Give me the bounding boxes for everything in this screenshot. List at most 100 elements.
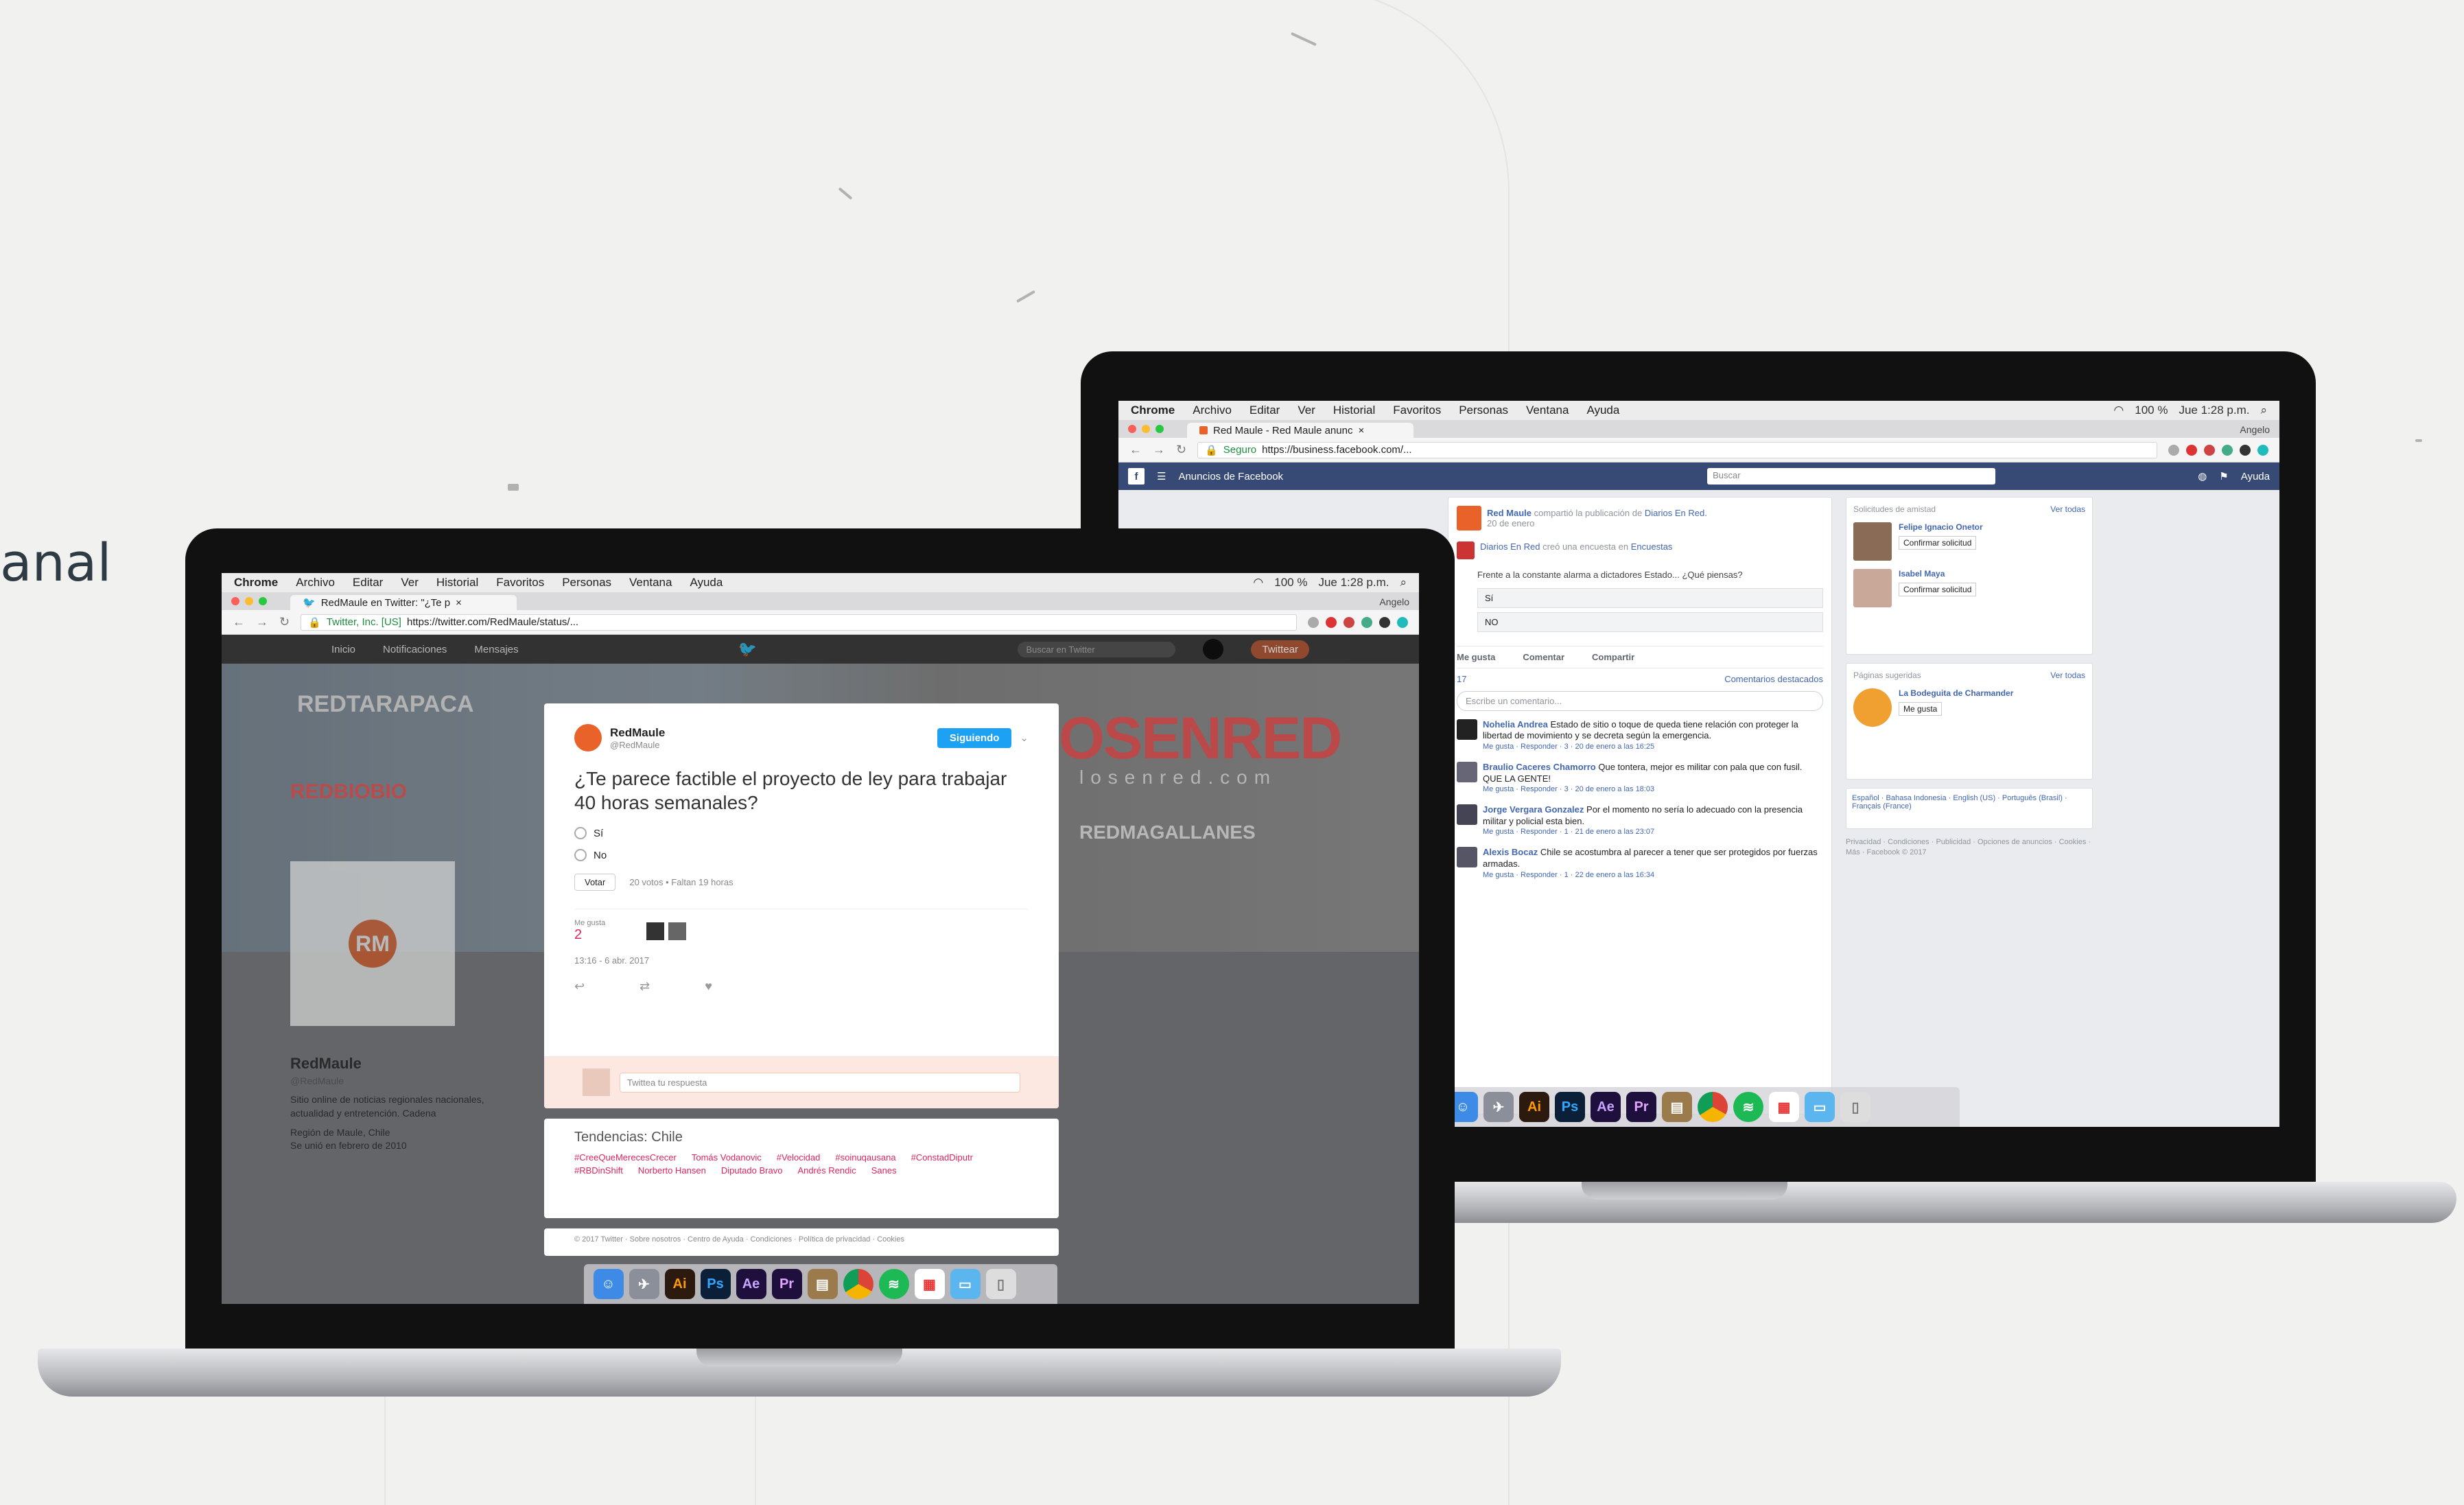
- close-modal-icon[interactable]: ×: [1048, 699, 1060, 723]
- spotify-icon[interactable]: ≋: [878, 1269, 909, 1299]
- menu-item[interactable]: Ventana: [1526, 404, 1569, 417]
- trend-link[interactable]: #Velocidad: [777, 1152, 821, 1163]
- close-tab-icon[interactable]: ×: [456, 597, 462, 609]
- avatar[interactable]: [646, 922, 665, 940]
- confirm-button[interactable]: Confirmar solicitud: [1899, 536, 1977, 550]
- menu-icon[interactable]: ☰: [1157, 470, 1166, 482]
- extension-icon[interactable]: [1397, 616, 1408, 628]
- facebook-logo-icon[interactable]: f: [1128, 468, 1145, 485]
- premiere-icon[interactable]: Pr: [771, 1269, 802, 1299]
- reply-input[interactable]: Twittea tu respuesta: [620, 1072, 1020, 1093]
- menu-item[interactable]: Ayuda: [690, 576, 723, 590]
- calendar-icon[interactable]: ▦: [914, 1269, 945, 1299]
- extension-icon[interactable]: [2222, 444, 2233, 456]
- forward-icon[interactable]: →: [1153, 443, 1165, 457]
- chevron-down-icon[interactable]: ⌄: [1020, 732, 1029, 744]
- confirm-button[interactable]: Confirmar solicitud: [1899, 583, 1977, 596]
- like-icon[interactable]: ♥: [705, 979, 712, 994]
- menu-item[interactable]: Ver: [1298, 404, 1315, 417]
- menu-item[interactable]: Favoritos: [496, 576, 544, 590]
- share-button[interactable]: Compartir: [1592, 652, 1634, 662]
- minimize-window-button[interactable]: [1142, 425, 1150, 433]
- radio-button[interactable]: [574, 827, 587, 839]
- comments-filter[interactable]: Comentarios destacados: [1724, 674, 1823, 684]
- aftereffects-icon[interactable]: Ae: [1591, 1092, 1621, 1122]
- battery-icon[interactable]: 100 %: [1274, 576, 1307, 590]
- premiere-icon[interactable]: Pr: [1626, 1092, 1656, 1122]
- archive-icon[interactable]: ▤: [807, 1269, 838, 1299]
- extension-icon[interactable]: [2204, 444, 2215, 456]
- trash-icon[interactable]: ▯: [1840, 1092, 1870, 1122]
- extension-icon[interactable]: [1344, 616, 1354, 628]
- poll-option[interactable]: No: [574, 849, 1029, 861]
- close-window-button[interactable]: [231, 597, 239, 605]
- ads-manager-link[interactable]: Anuncios de Facebook: [1178, 471, 1283, 482]
- help-link[interactable]: Ayuda: [2241, 471, 2270, 482]
- language-links[interactable]: Español · Bahasa Indonesia · English (US…: [1852, 794, 2067, 810]
- trash-icon[interactable]: ▯: [985, 1269, 1016, 1299]
- vote-button[interactable]: Votar: [574, 874, 616, 891]
- star-icon[interactable]: [2168, 444, 2179, 456]
- spotify-icon[interactable]: ≋: [1733, 1092, 1763, 1122]
- trend-link[interactable]: #soinuqausana: [835, 1152, 895, 1163]
- illustrator-icon[interactable]: Ai: [664, 1269, 695, 1299]
- aftereffects-icon[interactable]: Ae: [736, 1269, 766, 1299]
- menu-app[interactable]: Chrome: [1131, 404, 1175, 417]
- trend-link[interactable]: Diputado Bravo: [721, 1165, 783, 1176]
- menu-item[interactable]: Ventana: [629, 576, 672, 590]
- search-icon[interactable]: ⌕: [2260, 404, 2267, 417]
- page-name[interactable]: La Bodeguita de Charmander: [1899, 688, 2013, 698]
- menu-item[interactable]: Editar: [353, 576, 383, 590]
- wifi-icon[interactable]: ◠: [2113, 404, 2124, 417]
- extension-icon[interactable]: [2186, 444, 2197, 456]
- post-author[interactable]: Red Maule: [1487, 508, 1532, 518]
- trend-link[interactable]: Andrés Rendic: [797, 1165, 856, 1176]
- footer-links[interactable]: © 2017 Twitter · Sobre nosotros · Centro…: [574, 1235, 904, 1244]
- trend-link[interactable]: #CreeQueMerecesCrecer: [574, 1152, 677, 1163]
- tab-facebook[interactable]: Red Maule - Red Maule anunc ×: [1187, 423, 1413, 438]
- wifi-icon[interactable]: ◠: [1253, 576, 1263, 590]
- maximize-window-button[interactable]: [259, 597, 267, 605]
- extension-icon[interactable]: [1326, 616, 1337, 628]
- avatar[interactable]: [1457, 506, 1481, 530]
- menu-app[interactable]: Chrome: [234, 576, 278, 590]
- post-time[interactable]: 20 de enero: [1487, 518, 1707, 528]
- minimize-window-button[interactable]: [245, 597, 253, 605]
- archive-icon[interactable]: ▤: [1662, 1092, 1692, 1122]
- trend-link[interactable]: #ConstadDiputr: [911, 1152, 973, 1163]
- friend-name[interactable]: Isabel Maya: [1899, 569, 1976, 579]
- menu-item[interactable]: Editar: [1249, 404, 1280, 417]
- avatar[interactable]: [1853, 569, 1892, 607]
- menu-item[interactable]: Historial: [1333, 404, 1375, 417]
- photoshop-icon[interactable]: Ps: [700, 1269, 731, 1299]
- chrome-icon[interactable]: [1698, 1092, 1728, 1122]
- clock[interactable]: Jue 1:28 p.m.: [2179, 404, 2249, 417]
- menu-item[interactable]: Ver: [401, 576, 419, 590]
- avatar[interactable]: [583, 1069, 610, 1096]
- following-button[interactable]: Siguiendo: [937, 727, 1012, 748]
- extension-icon[interactable]: [2240, 444, 2251, 456]
- radio-button[interactable]: [574, 849, 587, 861]
- star-icon[interactable]: [1308, 616, 1319, 628]
- tab-twitter[interactable]: 🐦 RedMaule en Twitter: "¿Te p ×: [290, 595, 517, 610]
- retweet-icon[interactable]: ⇄: [640, 979, 650, 994]
- menu-item[interactable]: Favoritos: [1393, 404, 1441, 417]
- flag-icon[interactable]: ⚑: [2219, 470, 2228, 482]
- maximize-window-button[interactable]: [1155, 425, 1164, 433]
- friend-name[interactable]: Felipe Ignacio Onetor: [1899, 522, 1983, 532]
- shared-place[interactable]: Encuestas: [1631, 541, 1673, 552]
- chrome-icon[interactable]: [843, 1269, 873, 1299]
- tweet-author[interactable]: RedMaule: [610, 726, 665, 740]
- reload-icon[interactable]: ↻: [1176, 443, 1186, 457]
- launchpad-icon[interactable]: ✈: [629, 1269, 659, 1299]
- likes-count[interactable]: 2: [574, 927, 605, 943]
- forward-icon[interactable]: →: [256, 615, 268, 629]
- menu-item[interactable]: Archivo: [296, 576, 335, 590]
- footer-links[interactable]: Privacidad · Condiciones · Publicidad · …: [1846, 837, 2093, 859]
- trend-link[interactable]: #RBDinShift: [574, 1165, 623, 1176]
- post-source[interactable]: Diarios En Red.: [1645, 508, 1707, 518]
- clock[interactable]: Jue 1:28 p.m.: [1318, 576, 1389, 590]
- back-icon[interactable]: ←: [233, 615, 245, 629]
- profile-name[interactable]: Angelo: [2240, 424, 2279, 438]
- battery-icon[interactable]: 100 %: [2135, 404, 2168, 417]
